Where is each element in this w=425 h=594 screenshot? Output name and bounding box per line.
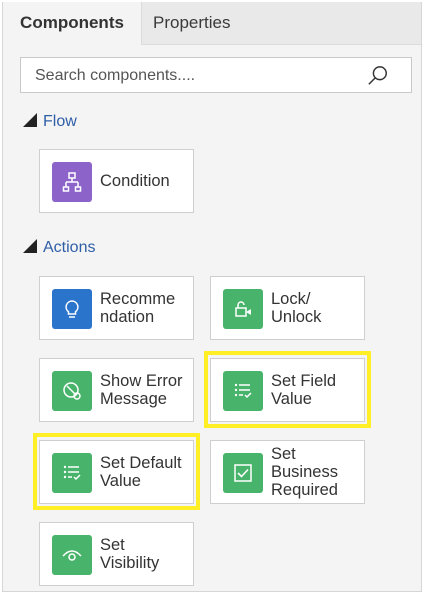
section-flow[interactable]: Flow (23, 113, 77, 131)
tab-bar: Components Properties (3, 2, 421, 45)
list-check-icon (52, 453, 92, 493)
component-label: Set Field Value (271, 372, 337, 408)
component-recommendation[interactable]: Recomme ndation (39, 276, 194, 340)
component-label: Set Default Value (100, 454, 182, 490)
component-set-field-value[interactable]: Set Field Value (210, 358, 365, 422)
tab-properties[interactable]: Properties (153, 2, 230, 44)
search-box (20, 57, 412, 94)
component-set-default-value[interactable]: Set Default Value (39, 440, 194, 504)
eye-icon (52, 535, 92, 575)
search-input[interactable] (33, 58, 357, 94)
section-actions-label: Actions (43, 239, 96, 256)
component-condition[interactable]: Condition (39, 149, 194, 213)
component-label: Condition (100, 172, 170, 190)
component-set-visibility[interactable]: Set Visibility (39, 522, 194, 586)
lightbulb-icon (52, 289, 92, 329)
section-actions[interactable]: Actions (23, 239, 95, 257)
component-label: Recomme ndation (100, 290, 176, 326)
component-label: Show Error Message (100, 372, 183, 408)
error-icon (52, 371, 92, 411)
component-label: Set Visibility (100, 536, 160, 572)
tab-components[interactable]: Components (3, 2, 142, 45)
component-set-business-required[interactable]: Set Business Required (210, 440, 365, 504)
condition-branch-icon (52, 162, 92, 202)
components-panel: Components Properties Flow Condition Act… (2, 2, 422, 592)
collapse-triangle-icon (23, 239, 37, 253)
lock-unlock-icon (223, 289, 263, 329)
checkbox-icon (223, 453, 263, 493)
list-check-icon (223, 371, 263, 411)
component-lock-unlock[interactable]: Lock/Unlock (210, 276, 365, 340)
section-flow-label: Flow (43, 113, 77, 130)
component-show-error-message[interactable]: Show Error Message (39, 358, 194, 422)
component-label: Set Business Required (271, 445, 338, 499)
collapse-triangle-icon (23, 113, 37, 127)
component-label: Lock/Unlock (271, 290, 322, 326)
search-icon[interactable] (367, 65, 389, 87)
